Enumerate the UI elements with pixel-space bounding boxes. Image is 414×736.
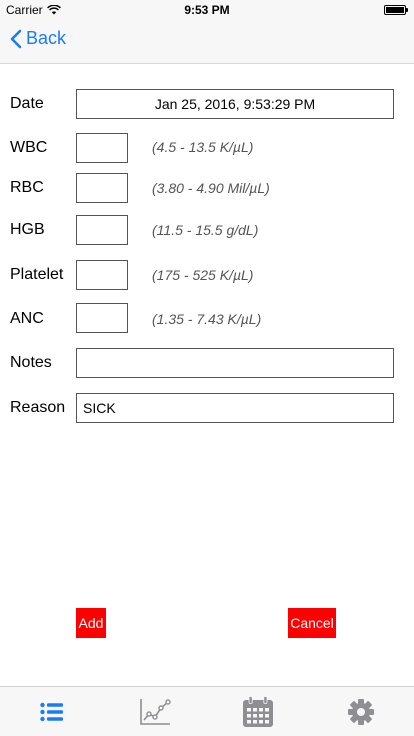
list-icon: [39, 702, 63, 721]
chart-icon: [139, 698, 171, 725]
back-button[interactable]: Back: [10, 28, 66, 49]
hgb-input[interactable]: [76, 215, 128, 245]
tab-calendar[interactable]: [206, 687, 309, 736]
cancel-button[interactable]: Cancel: [288, 608, 336, 638]
hgb-range: (11.5 - 15.5 g/dL): [152, 222, 259, 238]
wbc-label: WBC: [10, 139, 48, 156]
tab-list[interactable]: [0, 687, 103, 736]
date-label: Date: [10, 95, 44, 112]
tab-chart[interactable]: [103, 687, 206, 736]
reason-value: SICK: [83, 400, 116, 416]
lab-entry-screen: Carrier 9:53 PM Back Date Jan 25, 2016, …: [0, 0, 414, 736]
rbc-range: (3.80 - 4.90 Mil/µL): [152, 180, 270, 196]
rbc-input[interactable]: [76, 173, 128, 203]
tab-bar: [0, 686, 414, 736]
tab-settings[interactable]: [309, 687, 412, 736]
gear-icon: [347, 698, 374, 725]
add-button[interactable]: Add: [76, 608, 106, 638]
notes-label: Notes: [10, 354, 52, 371]
date-value: Jan 25, 2016, 9:53:29 PM: [154, 96, 316, 112]
calendar-icon: [242, 695, 273, 727]
hgb-label: HGB: [10, 221, 45, 238]
notes-input[interactable]: [76, 348, 394, 378]
platelet-label: Platelet: [10, 266, 64, 283]
anc-label: ANC: [10, 310, 44, 327]
date-field[interactable]: Jan 25, 2016, 9:53:29 PM: [76, 89, 394, 119]
chevron-left-icon: [10, 29, 22, 48]
wbc-range: (4.5 - 13.5 K/µL): [152, 139, 254, 155]
back-label: Back: [26, 28, 67, 48]
battery-icon: [384, 5, 408, 15]
reason-label: Reason: [10, 399, 66, 416]
anc-range: (1.35 - 7.43 K/µL): [152, 311, 262, 327]
navigation-bar: Back: [0, 20, 414, 64]
platelet-input[interactable]: [76, 260, 128, 290]
status-time: 9:53 PM: [184, 3, 230, 17]
anc-input[interactable]: [76, 303, 128, 333]
wbc-input[interactable]: [76, 133, 128, 163]
status-bar: Carrier 9:53 PM: [0, 0, 414, 20]
rbc-label: RBC: [10, 179, 44, 196]
reason-input[interactable]: SICK: [76, 393, 394, 423]
platelet-range: (175 - 525 K/µL): [152, 267, 254, 283]
